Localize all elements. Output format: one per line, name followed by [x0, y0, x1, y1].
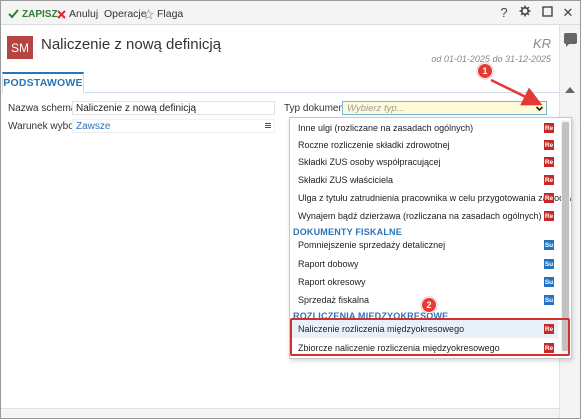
dropdown-item[interactable]: Ulga z tytułu zatrudnienia pracownika w … [290, 189, 571, 207]
document-header: SM Naliczenie z nową definicją KR od 01-… [1, 25, 559, 70]
dropdown-scrollbar-thumb[interactable] [562, 122, 569, 351]
dropdown-item-label: Pomniejszenie sprzedaży detalicznej [298, 240, 446, 250]
star-icon [143, 8, 154, 20]
su-tag: Su [544, 259, 554, 269]
su-tag: Su [544, 277, 554, 287]
dropdown-item-label: Wynajem bądź dzierżawa (rozliczana na za… [298, 211, 542, 221]
annotation-marker-2: 2 [421, 297, 437, 313]
close-button[interactable]: ✕ [560, 5, 576, 21]
period-label: od 01-01-2025 do 31-12-2025 [431, 54, 551, 64]
dropdown-item-label: Sprzedaż fiskalna [298, 295, 370, 305]
dropdown-item[interactable]: Składki ZUS osoby współpracującej Re [290, 153, 558, 171]
gear-icon [519, 5, 531, 17]
warunek-wyboru-field[interactable]: Zawsze [72, 119, 275, 133]
typ-dokumentu-placeholder: Wybierz typ... [347, 103, 405, 114]
dropdown-item-label: Inne ulgi (rozliczane na zasadach ogólny… [298, 123, 474, 133]
toolbar: ZAPISZ Anuluj Operacje Flaga ? ✕ [1, 1, 580, 25]
cancel-label: Anuluj [69, 8, 99, 20]
scroll-up-arrow-icon[interactable] [565, 87, 575, 93]
tab-podstawowe[interactable]: PODSTAWOWE [2, 72, 84, 94]
re-tag: Re [544, 175, 554, 185]
cancel-button[interactable]: Anuluj [57, 6, 98, 22]
su-tag: Su [544, 240, 554, 250]
document-type-badge: SM [7, 36, 33, 59]
dropdown-item[interactable]: Raport okresowy Su [290, 273, 558, 291]
flag-button[interactable]: Flaga [143, 6, 183, 22]
re-tag: Re [544, 140, 554, 150]
annotation-marker-1: 1 [477, 63, 493, 79]
menu-icon[interactable] [265, 123, 271, 128]
close-x-icon [57, 9, 66, 19]
re-tag: Re [544, 211, 554, 221]
operations-button[interactable]: Operacje [104, 6, 147, 22]
dropdown-item[interactable]: Składki ZUS właściciela Re [290, 171, 558, 189]
dropdown-item-label: Raport okresowy [298, 277, 366, 287]
dropdown-item[interactable]: Inne ulgi (rozliczane na zasadach ogólny… [290, 119, 558, 137]
maximize-button[interactable] [539, 5, 555, 20]
operations-label: Operacje [104, 8, 147, 20]
checkmark-icon [8, 9, 19, 19]
highlight-box [290, 318, 570, 356]
help-button[interactable]: ? [496, 5, 512, 20]
dropdown-item[interactable]: Pomniejszenie sprzedaży detalicznej Su [290, 236, 558, 254]
save-label: ZAPISZ [22, 8, 58, 20]
comments-icon[interactable] [564, 33, 577, 47]
settings-button[interactable] [517, 5, 533, 20]
tab-bar: PODSTAWOWE [1, 70, 559, 94]
dropdown-item-label: Ulga z tytułu zatrudnienia pracownika w … [298, 193, 572, 203]
dropdown-item[interactable]: Wynajem bądź dzierżawa (rozliczana na za… [290, 207, 558, 225]
page-title: Naliczenie z nową definicją [41, 36, 222, 53]
dropdown-item-label: Składki ZUS osoby współpracującej [298, 157, 441, 167]
re-tag: Re [544, 157, 554, 167]
save-button[interactable]: ZAPISZ [8, 6, 58, 22]
dropdown-item[interactable]: Roczne rozliczenie składki zdrowotnej Re [290, 136, 558, 154]
chevron-down-icon[interactable] [535, 104, 544, 113]
flag-label: Flaga [157, 8, 184, 20]
re-tag: Re [544, 123, 554, 133]
dropdown-item[interactable]: Raport dobowy Su [290, 255, 558, 273]
re-tag: Re [544, 193, 554, 203]
su-tag: Su [544, 295, 554, 305]
nazwa-schematu-input[interactable]: Naliczenie z nową definicją [72, 101, 275, 115]
dropdown-item-label: Roczne rozliczenie składki zdrowotnej [298, 140, 450, 150]
warunek-wyboru-value[interactable]: Zawsze [76, 121, 110, 132]
maximize-icon [541, 6, 553, 17]
status-bar [1, 408, 559, 418]
dropdown-item-label: Składki ZUS właściciela [298, 175, 394, 185]
typ-dokumentu-select[interactable]: Wybierz typ... [342, 101, 547, 115]
kr-label: KR [532, 36, 551, 51]
dropdown-item-label: Raport dobowy [298, 259, 359, 269]
